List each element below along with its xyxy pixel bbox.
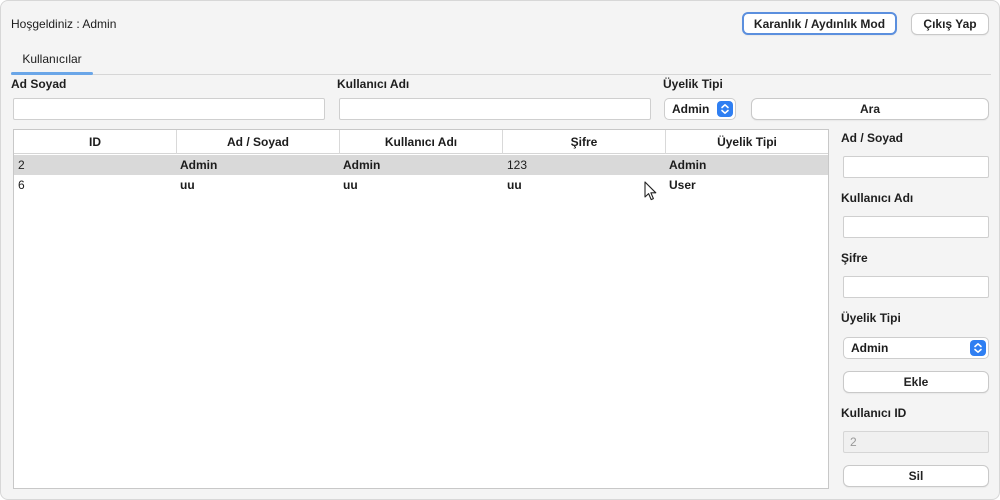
- column-header-password[interactable]: Şifre: [503, 130, 666, 154]
- form-username-input[interactable]: [843, 216, 989, 238]
- form-fullname-label: Ad / Soyad: [841, 131, 904, 145]
- app-window: Hoşgeldiniz : Admin Karanlık / Aydınlık …: [0, 0, 1000, 500]
- search-membership-label: Üyelik Tipi: [663, 77, 723, 91]
- column-header-username[interactable]: Kullanıcı Adı: [340, 130, 503, 154]
- cell-password: uu: [507, 178, 522, 192]
- chevron-up-down-icon: [970, 340, 986, 356]
- search-button[interactable]: Ara: [751, 98, 989, 120]
- search-username-label: Kullanıcı Adı: [337, 77, 410, 91]
- cell-fullname: uu: [180, 178, 195, 192]
- cell-fullname: Admin: [180, 158, 218, 172]
- form-membership-value: Admin: [851, 341, 889, 355]
- form-fullname-input[interactable]: [843, 156, 989, 178]
- tab-divider: [11, 74, 991, 75]
- search-fullname-label: Ad Soyad: [11, 77, 67, 91]
- mouse-pointer-icon: [644, 181, 658, 203]
- users-table[interactable]: ID Ad / Soyad Kullanıcı Adı Şifre Üyelik…: [13, 129, 829, 489]
- cell-id: 2: [18, 158, 25, 172]
- cell-username: Admin: [343, 158, 381, 172]
- form-membership-select[interactable]: Admin: [843, 337, 989, 359]
- column-header-membership[interactable]: Üyelik Tipi: [666, 130, 828, 154]
- theme-toggle-button[interactable]: Karanlık / Aydınlık Mod: [742, 12, 897, 35]
- search-fullname-input[interactable]: [13, 98, 325, 120]
- logout-button[interactable]: Çıkış Yap: [911, 13, 989, 35]
- form-password-label: Şifre: [841, 251, 868, 265]
- tab-kullanicilar[interactable]: Kullanıcılar: [11, 51, 93, 74]
- cell-username: uu: [343, 178, 358, 192]
- table-row[interactable]: 2 Admin Admin 123 Admin: [14, 155, 828, 175]
- cell-password: 123: [507, 158, 528, 172]
- form-userid-label: Kullanıcı ID: [841, 406, 907, 420]
- form-username-label: Kullanıcı Adı: [841, 191, 914, 205]
- form-userid-input: [843, 431, 989, 453]
- search-username-input[interactable]: [339, 98, 651, 120]
- column-header-fullname[interactable]: Ad / Soyad: [177, 130, 340, 154]
- cell-membership: User: [669, 178, 696, 192]
- cell-membership: Admin: [669, 158, 707, 172]
- chevron-up-down-icon: [717, 101, 733, 117]
- form-password-input[interactable]: [843, 276, 989, 298]
- table-header: ID Ad / Soyad Kullanıcı Adı Şifre Üyelik…: [14, 130, 828, 154]
- table-row[interactable]: 6 uu uu uu User: [14, 175, 828, 195]
- cell-id: 6: [18, 178, 25, 192]
- tab-active-indicator: [11, 72, 93, 75]
- form-membership-label: Üyelik Tipi: [841, 311, 901, 325]
- welcome-text: Hoşgeldiniz : Admin: [11, 17, 117, 31]
- search-membership-select[interactable]: Admin: [664, 98, 736, 120]
- add-user-button[interactable]: Ekle: [843, 371, 989, 393]
- column-header-id[interactable]: ID: [14, 130, 177, 154]
- search-membership-value: Admin: [672, 102, 710, 116]
- delete-user-button[interactable]: Sil: [843, 465, 989, 487]
